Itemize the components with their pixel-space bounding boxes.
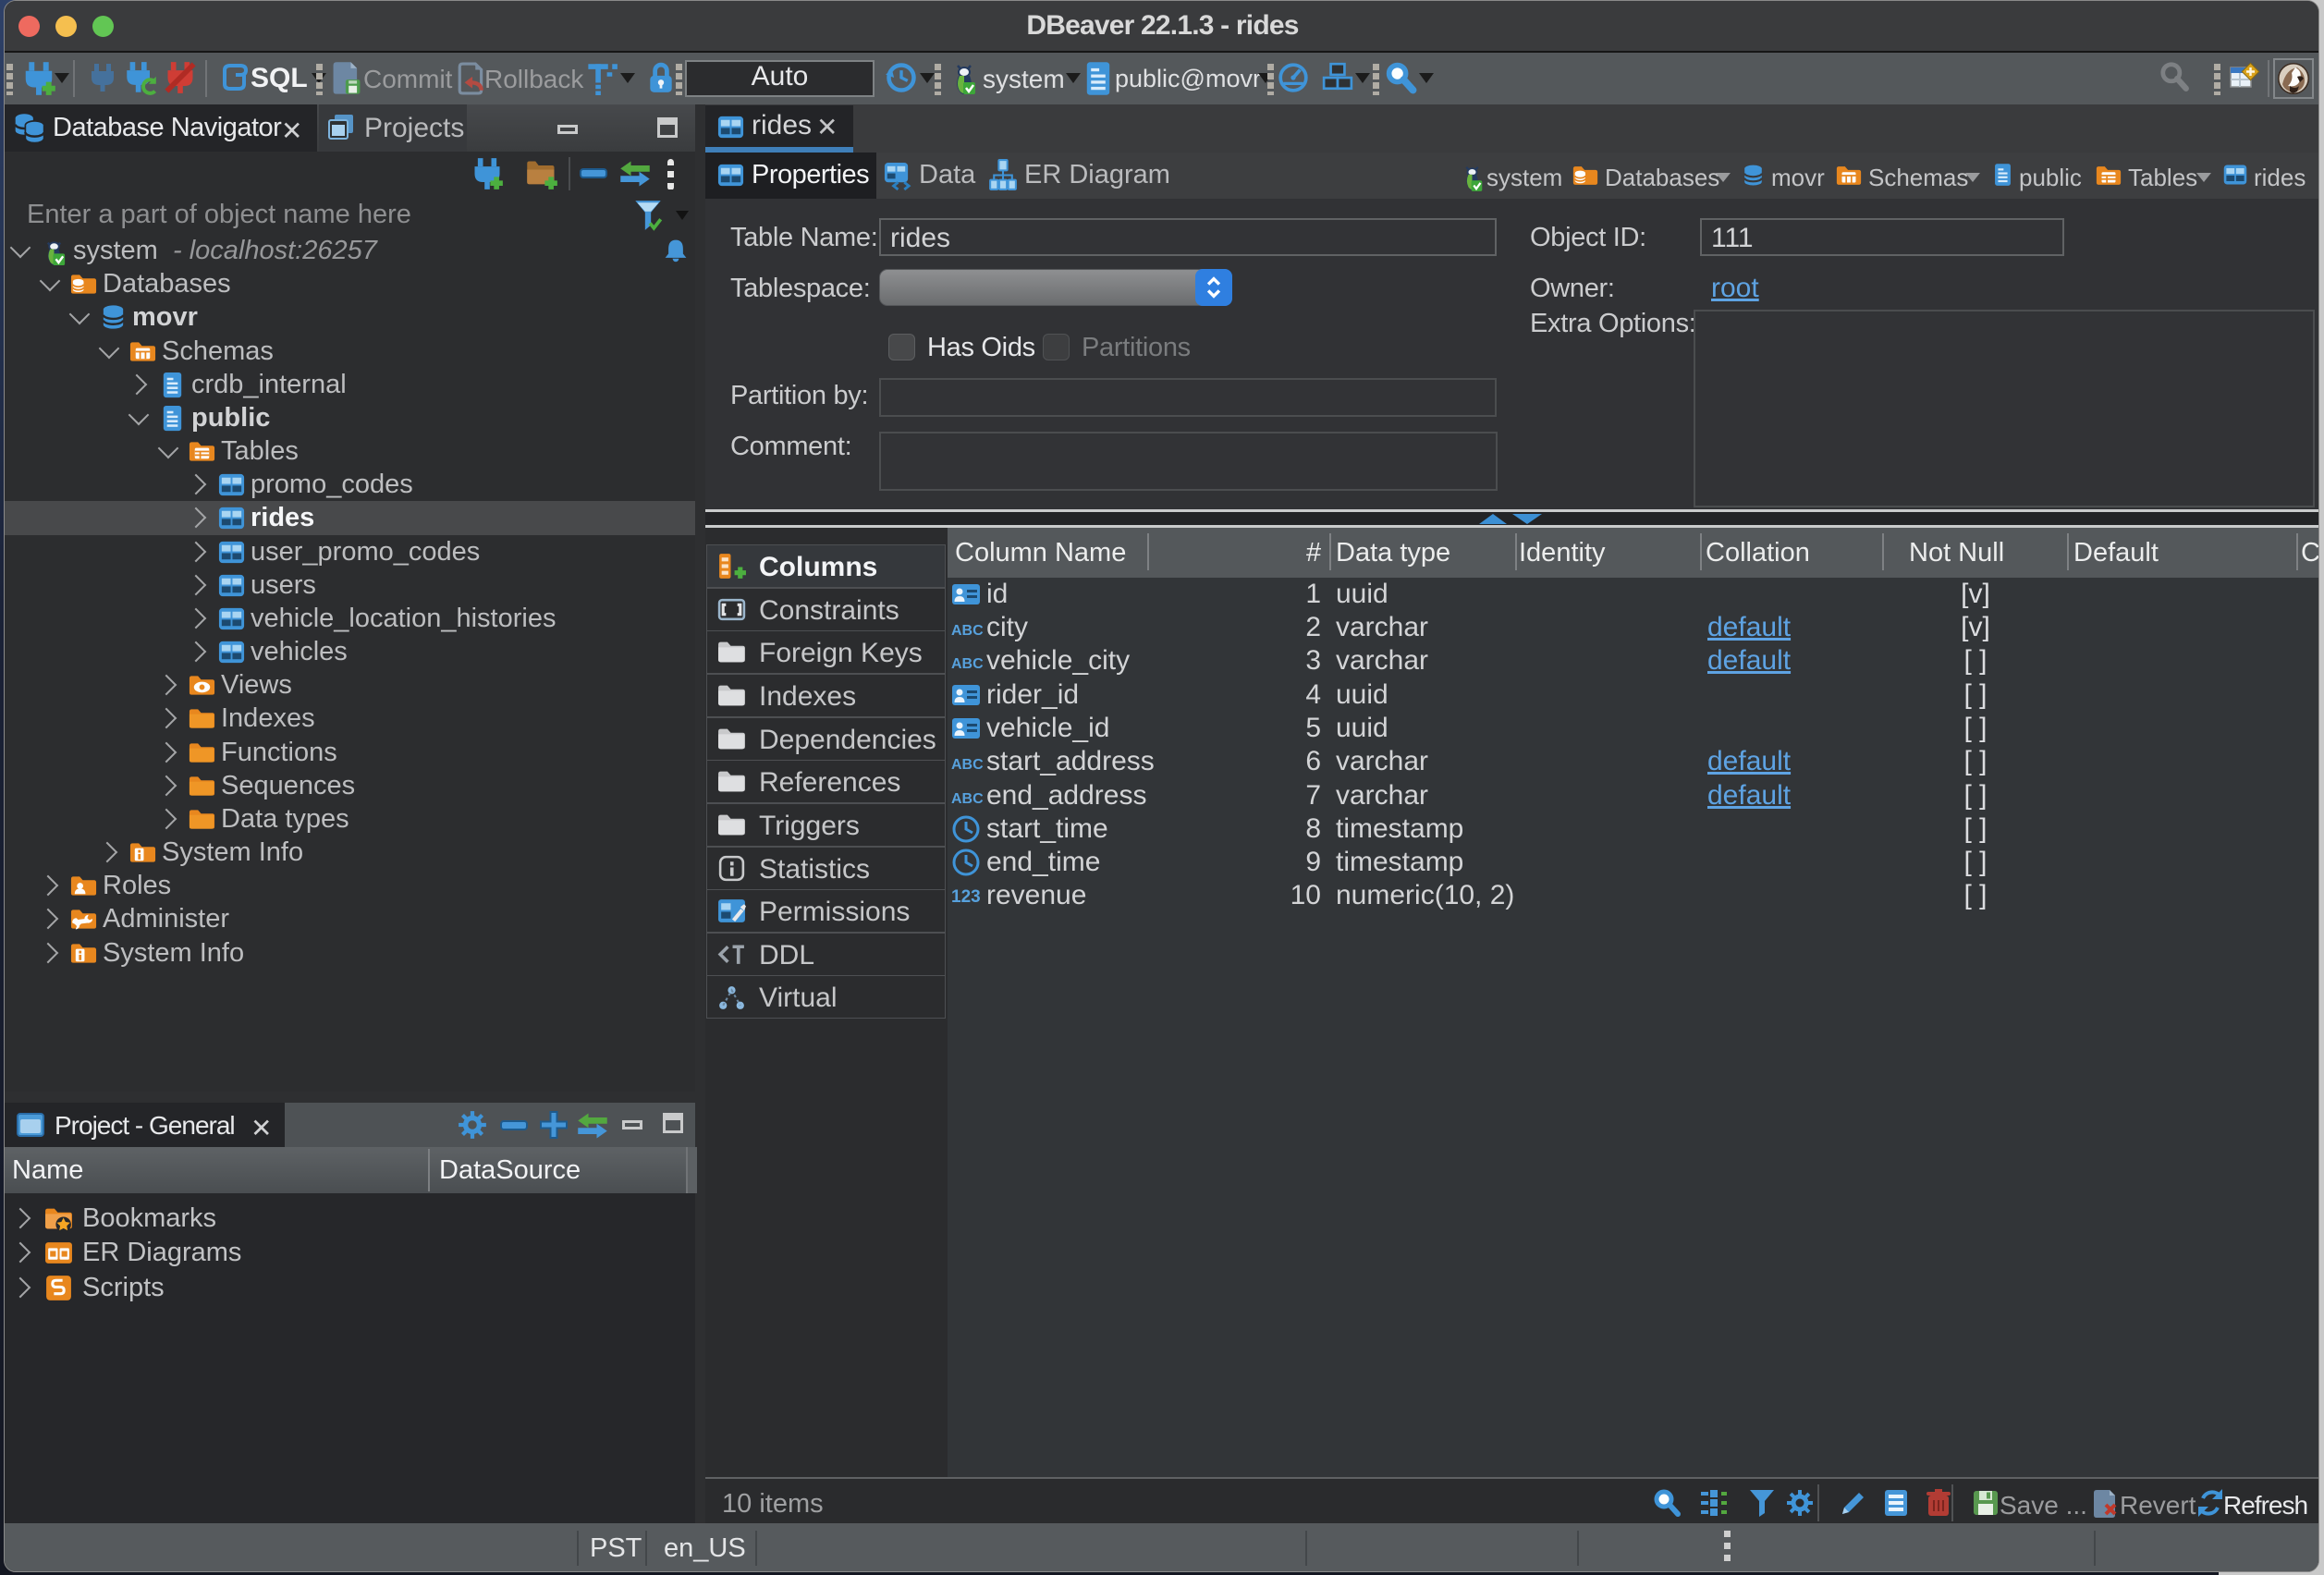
svg-text:123: 123 [951, 887, 981, 907]
svg-text:ABC: ABC [951, 656, 984, 672]
svg-text:ABC: ABC [951, 791, 984, 807]
svg-text:ABC: ABC [951, 623, 984, 639]
svg-text:ABC: ABC [951, 757, 984, 773]
